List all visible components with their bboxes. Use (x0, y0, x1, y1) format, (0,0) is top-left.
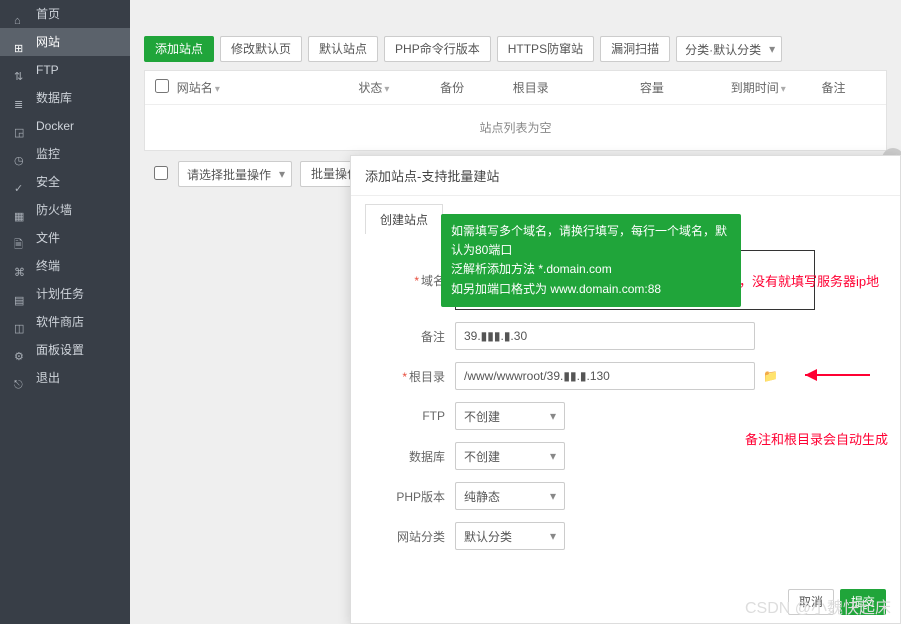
cat-label: 网站分类 (375, 528, 455, 545)
sidebar-item-label: FTP (36, 56, 59, 84)
default-site-button[interactable]: 默认站点 (308, 36, 378, 62)
category-select[interactable]: 分类·默认分类 (676, 36, 782, 62)
annotation-2: 备注和根目录会自动生成 (745, 430, 895, 451)
batch-checkbox[interactable] (154, 166, 168, 180)
logout-icon: ⎋ (14, 371, 28, 385)
db-label: 数据库 (375, 448, 455, 465)
sidebar-item-terminal[interactable]: ⌘ 终端 (0, 252, 130, 280)
shield-icon: ✓ (14, 175, 28, 189)
chevron-down-icon: ▾ (384, 84, 389, 95)
sidebar-item-website[interactable]: ⊞ 网站 (0, 28, 130, 56)
sidebar-item-label: 网站 (36, 28, 60, 56)
https-button[interactable]: HTTPS防窜站 (497, 36, 594, 62)
store-icon: ◫ (14, 315, 28, 329)
scan-button[interactable]: 漏洞扫描 (600, 36, 670, 62)
sidebar-item-docker[interactable]: ◲ Docker (0, 112, 130, 140)
sidebar-item-files[interactable]: 🗎 文件 (0, 224, 130, 252)
empty-state: 站点列表为空 (145, 105, 886, 150)
batch-select[interactable]: 请选择批量操作 (178, 161, 292, 187)
gear-icon: ⚙ (14, 343, 28, 357)
sidebar-item-label: 监控 (36, 140, 60, 168)
sidebar-item-label: 面板设置 (36, 336, 84, 364)
website-icon: ⊞ (14, 35, 28, 49)
sidebar-item-label: Docker (36, 112, 74, 140)
sidebar-item-label: 数据库 (36, 84, 72, 112)
sidebar-item-security[interactable]: ✓ 安全 (0, 168, 130, 196)
root-label: *根目录 (375, 368, 455, 385)
database-icon: ≣ (14, 91, 28, 105)
remark-input[interactable] (455, 322, 755, 350)
add-site-modal: 添加站点-支持批量建站 创建站点 如需填写多个域名，请换行填写，每行一个域名，默… (350, 155, 901, 624)
toolbar: 添加站点 修改默认页 默认站点 PHP命令行版本 HTTPS防窜站 漏洞扫描 分… (144, 36, 887, 62)
col-capacity: 容量 (640, 79, 731, 96)
sidebar-item-monitor[interactable]: ◷ 监控 (0, 140, 130, 168)
sidebar-item-cron[interactable]: ▤ 计划任务 (0, 280, 130, 308)
add-site-button[interactable]: 添加站点 (144, 36, 214, 62)
ftp-label: FTP (375, 409, 455, 423)
default-page-button[interactable]: 修改默认页 (220, 36, 302, 62)
select-all-checkbox[interactable] (155, 79, 169, 93)
sidebar-item-firewall[interactable]: ▦ 防火墙 (0, 196, 130, 224)
site-table: 网站名▾ 状态▾ 备份 根目录 容量 到期时间▾ 备注 站点列表为空 (144, 70, 887, 151)
sidebar-item-logout[interactable]: ⎋ 退出 (0, 364, 130, 392)
cancel-button[interactable]: 取消 (788, 589, 834, 615)
sidebar-item-label: 安全 (36, 168, 60, 196)
col-backup: 备份 (440, 79, 513, 96)
sidebar-item-label: 退出 (36, 364, 60, 392)
domain-tooltip: 如需填写多个域名，请换行填写，每行一个域名，默认为80端口 泛解析添加方法 *.… (441, 214, 741, 307)
remark-label: 备注 (375, 328, 455, 345)
monitor-icon: ◷ (14, 147, 28, 161)
sidebar-item-settings[interactable]: ⚙ 面板设置 (0, 336, 130, 364)
root-input[interactable] (455, 362, 755, 390)
ftp-select[interactable]: 不创建 (455, 402, 565, 430)
cat-select[interactable]: 默认分类 (455, 522, 565, 550)
ftp-icon: ⇅ (14, 63, 28, 77)
firewall-icon: ▦ (14, 203, 28, 217)
docker-icon: ◲ (14, 119, 28, 133)
col-root: 根目录 (513, 79, 640, 96)
col-expire[interactable]: 到期时间▾ (731, 79, 822, 96)
php-cli-button[interactable]: PHP命令行版本 (384, 36, 491, 62)
sidebar-item-label: 软件商店 (36, 308, 84, 336)
cron-icon: ▤ (14, 287, 28, 301)
terminal-icon: ⌘ (14, 259, 28, 273)
chevron-down-icon: ▾ (215, 84, 220, 95)
sidebar-item-label: 防火墙 (36, 196, 72, 224)
sidebar-item-label: 文件 (36, 224, 60, 252)
tab-create-site[interactable]: 创建站点 (365, 204, 443, 234)
table-header: 网站名▾ 状态▾ 备份 根目录 容量 到期时间▾ 备注 (145, 71, 886, 105)
sidebar-item-label: 首页 (36, 0, 60, 28)
sidebar: ⌂ 首页 ⊞ 网站 ⇅ FTP ≣ 数据库 ◲ Docker ◷ 监控 ✓ 安全 ▦ 防火墙 🗎… (0, 0, 130, 624)
sidebar-item-ftp[interactable]: ⇅ FTP (0, 56, 130, 84)
sidebar-item-store[interactable]: ◫ 软件商店 (0, 308, 130, 336)
folder-icon[interactable]: 📁 (763, 369, 778, 383)
col-status[interactable]: 状态▾ (358, 79, 440, 96)
php-select[interactable]: 纯静态 (455, 482, 565, 510)
col-name[interactable]: 网站名▾ (177, 79, 359, 96)
sidebar-item-database[interactable]: ≣ 数据库 (0, 84, 130, 112)
db-select[interactable]: 不创建 (455, 442, 565, 470)
chevron-down-icon: ▾ (781, 84, 786, 95)
home-icon: ⌂ (14, 7, 28, 21)
sidebar-item-label: 终端 (36, 252, 60, 280)
sidebar-item-home[interactable]: ⌂ 首页 (0, 0, 130, 28)
modal-title: 添加站点-支持批量建站 (351, 156, 900, 196)
file-icon: 🗎 (14, 231, 28, 245)
col-remark: 备注 (822, 79, 876, 96)
php-label: PHP版本 (375, 488, 455, 505)
submit-button[interactable]: 提交 (840, 589, 886, 615)
sidebar-item-label: 计划任务 (36, 280, 84, 308)
